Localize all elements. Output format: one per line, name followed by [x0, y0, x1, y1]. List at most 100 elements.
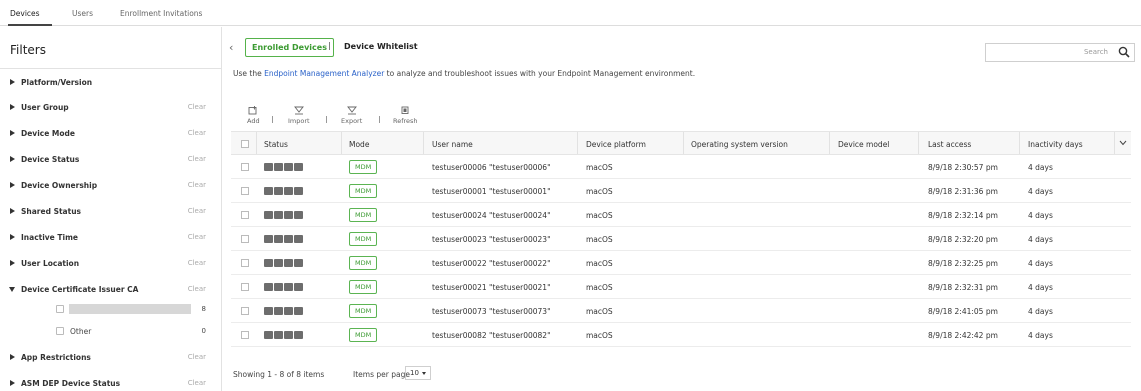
status-icons: [264, 307, 304, 316]
row-checkbox[interactable]: [241, 283, 249, 291]
user-name-cell: testuser00023 "testuser00023": [432, 235, 551, 244]
table-row[interactable]: MDM testuser00073 "testuser00073" macOS …: [231, 299, 1131, 323]
user-name-cell: testuser00073 "testuser00073": [432, 307, 551, 316]
table-row[interactable]: MDM testuser00006 "testuser00006" macOS …: [231, 155, 1131, 179]
tab-users[interactable]: Users: [72, 9, 93, 18]
user-name-cell: testuser00021 "testuser00021": [432, 283, 551, 292]
filter-label: Device Ownership: [21, 181, 98, 190]
mode-badge: MDM: [349, 328, 378, 342]
filter-app-restrictions[interactable]: App Restrictions Clear: [0, 345, 222, 371]
column-last-access[interactable]: Last access: [928, 140, 971, 149]
row-checkbox[interactable]: [241, 235, 249, 243]
row-checkbox[interactable]: [241, 211, 249, 219]
column-divider: [829, 132, 830, 154]
filter-option-other[interactable]: Other 0: [0, 321, 222, 343]
column-divider: [918, 132, 919, 154]
clear-link[interactable]: Clear: [188, 207, 206, 215]
column-device-model[interactable]: Device model: [838, 140, 889, 149]
tab-separator: |: [328, 41, 331, 50]
clear-link[interactable]: Clear: [188, 103, 206, 111]
table-row[interactable]: MDM testuser00021 "testuser00021" macOS …: [231, 275, 1131, 299]
toolbar-divider: [272, 116, 273, 123]
add-button[interactable]: Add: [247, 106, 260, 125]
endpoint-management-analyzer-link[interactable]: Endpoint Management Analyzer: [264, 69, 384, 78]
filter-label: User Location: [21, 259, 80, 268]
clear-link[interactable]: Clear: [188, 285, 206, 293]
table-row[interactable]: MDM testuser00024 "testuser00024" macOS …: [231, 203, 1131, 227]
filter-option-redacted[interactable]: 8: [0, 299, 222, 321]
mode-badge: MDM: [349, 280, 378, 294]
filter-device-ownership[interactable]: Device Ownership Clear: [0, 173, 222, 199]
clear-link[interactable]: Clear: [188, 181, 206, 189]
tab-enrolled-devices[interactable]: Enrolled Devices: [245, 38, 334, 57]
row-checkbox[interactable]: [241, 187, 249, 195]
filter-device-mode[interactable]: Device Mode Clear: [0, 121, 222, 147]
column-divider: [423, 132, 424, 154]
row-checkbox[interactable]: [241, 307, 249, 315]
clear-link[interactable]: Clear: [188, 379, 206, 387]
toolbar-divider: [379, 116, 380, 123]
clear-link[interactable]: Clear: [188, 129, 206, 137]
search-placeholder: Search: [1083, 48, 1108, 56]
row-checkbox[interactable]: [241, 331, 249, 339]
refresh-button[interactable]: Refresh: [393, 106, 418, 125]
column-os-version[interactable]: Operating system version: [691, 140, 788, 149]
chevron-left-icon[interactable]: ‹: [229, 41, 233, 54]
table-row[interactable]: MDM testuser00082 "testuser00082" macOS …: [231, 323, 1131, 347]
tab-device-whitelist[interactable]: Device Whitelist: [344, 42, 418, 51]
status-icons: [264, 283, 304, 292]
search-input[interactable]: Search: [985, 43, 1135, 62]
select-all-checkbox[interactable]: [241, 140, 249, 148]
column-mode[interactable]: Mode: [349, 140, 369, 149]
table-row[interactable]: MDM testuser00001 "testuser00001" macOS …: [231, 179, 1131, 203]
export-label: Export: [341, 117, 363, 125]
column-user-name[interactable]: User name: [432, 140, 473, 149]
column-chooser-button[interactable]: [1114, 132, 1131, 154]
items-per-page-label: Items per page: [353, 370, 410, 379]
filter-label: Platform/Version: [21, 78, 93, 87]
filter-device-status[interactable]: Device Status Clear: [0, 147, 222, 173]
tab-devices[interactable]: Devices: [10, 9, 40, 18]
expand-arrow-icon: [10, 104, 15, 110]
expand-arrow-icon: [10, 354, 15, 360]
column-inactivity-days[interactable]: Inactivity days: [1028, 140, 1083, 149]
mode-badge: MDM: [349, 232, 378, 246]
last-access-cell: 8/9/18 2:41:05 pm: [928, 307, 998, 316]
filter-label: Shared Status: [21, 207, 82, 216]
collapse-arrow-icon: [9, 287, 15, 292]
table-row[interactable]: MDM testuser00023 "testuser00023" macOS …: [231, 227, 1131, 251]
clear-link[interactable]: Clear: [188, 155, 206, 163]
row-checkbox[interactable]: [241, 163, 249, 171]
column-device-platform[interactable]: Device platform: [586, 140, 646, 149]
expand-arrow-icon: [10, 130, 15, 136]
filter-label: Inactive Time: [21, 233, 78, 242]
clear-link[interactable]: Clear: [188, 259, 206, 267]
clear-link[interactable]: Clear: [188, 353, 206, 361]
column-divider: [683, 132, 684, 154]
filter-user-location[interactable]: User Location Clear: [0, 251, 222, 277]
tab-enrollment-invitations[interactable]: Enrollment Invitations: [120, 9, 202, 18]
export-button[interactable]: Export: [341, 106, 362, 125]
import-button[interactable]: Import: [288, 106, 310, 125]
checkbox[interactable]: [56, 327, 64, 335]
row-checkbox[interactable]: [241, 259, 249, 267]
filter-inactive-time[interactable]: Inactive Time Clear: [0, 225, 222, 251]
user-name-cell: testuser00006 "testuser00006": [432, 163, 551, 172]
filter-shared-status[interactable]: Shared Status Clear: [0, 199, 222, 225]
table-row[interactable]: MDM testuser00022 "testuser00022" macOS …: [231, 251, 1131, 275]
clear-link[interactable]: Clear: [188, 233, 206, 241]
filter-user-group[interactable]: User Group Clear: [0, 95, 222, 121]
search-icon[interactable]: [1118, 45, 1130, 59]
filter-platform-version[interactable]: Platform/Version: [0, 70, 222, 96]
page-size-select[interactable]: 10: [405, 366, 431, 380]
expand-arrow-icon: [10, 182, 15, 188]
platform-cell: macOS: [586, 331, 613, 340]
column-status[interactable]: Status: [264, 140, 288, 149]
checkbox[interactable]: [56, 305, 64, 313]
inactivity-cell: 4 days: [1028, 283, 1053, 292]
filter-label: ASM DEP Device Status: [21, 379, 121, 388]
platform-cell: macOS: [586, 283, 613, 292]
status-icons: [264, 259, 304, 268]
page-size-value: 10: [410, 369, 419, 377]
filter-asm-dep-device-status[interactable]: ASM DEP Device Status Clear: [0, 371, 222, 391]
